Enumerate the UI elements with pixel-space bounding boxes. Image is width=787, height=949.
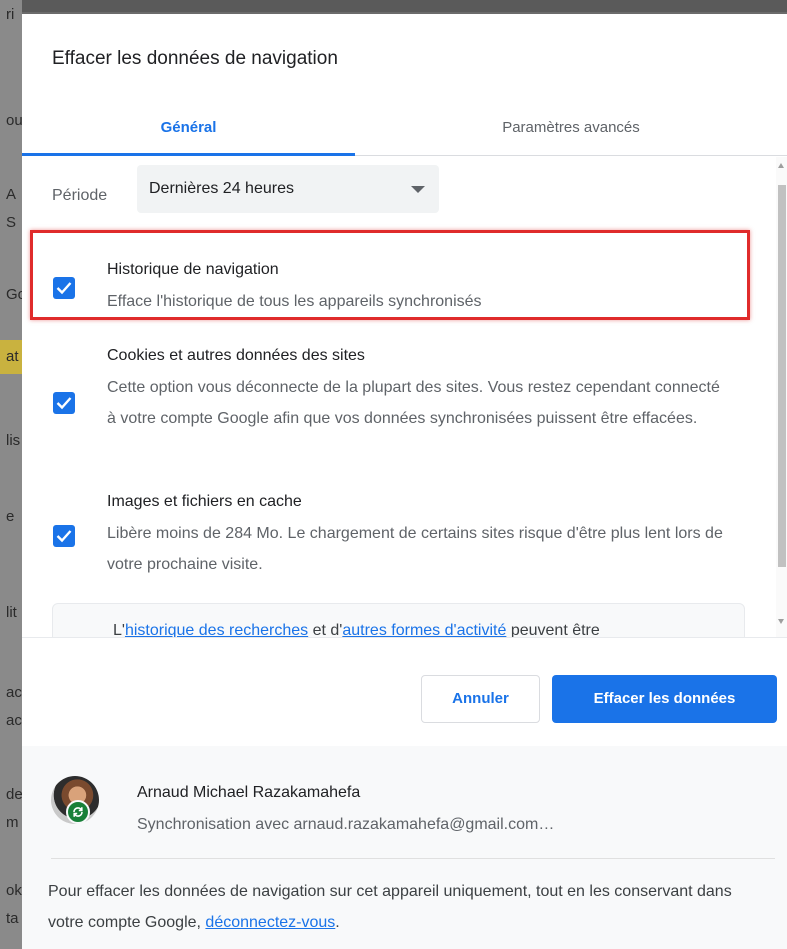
background-text: A [6,186,17,203]
background-strip [0,0,22,949]
content-scrollbar[interactable] [776,157,787,637]
account-footer: Arnaud Michael Razakamahefa Synchronisat… [22,746,787,949]
chevron-down-icon [411,186,425,193]
background-text: e [6,508,15,525]
sign-out-link[interactable]: déconnectez-vous [205,914,335,931]
background-top-bar [0,0,787,12]
scrollbar-thumb[interactable] [778,185,786,567]
option-description: Cette option vous déconnecte de la plupa… [107,379,720,427]
option-title: Cookies et autres données des sites [107,347,365,364]
checkmark-icon [56,530,72,543]
sync-icon [66,800,90,824]
background-text: m [6,814,19,831]
scroll-up-arrow-icon[interactable] [778,163,784,168]
search-history-link[interactable]: historique des recherches [125,622,308,637]
background-text: lis [6,432,21,449]
scroll-down-arrow-icon[interactable] [778,619,784,624]
checkmark-icon [56,397,72,410]
search-history-info-box: L'historique des recherches et d'autres … [52,603,745,637]
option-description: Libère moins de 284 Mo. Le chargement de… [107,525,723,573]
background-text: ta [6,910,19,927]
tab-general[interactable]: Général [22,100,355,156]
clear-data-button[interactable]: Effacer les données [552,675,777,723]
sync-arrows-icon [73,807,83,817]
info-text-prefix: L' [113,622,125,637]
other-activity-link[interactable]: autres formes d'activité [342,622,506,637]
background-text: at [6,348,19,365]
background-text: ac [6,712,22,729]
background-text: lit [6,604,17,621]
background-text: ok [6,882,22,899]
period-select[interactable]: Dernières 24 heures [137,165,439,213]
red-highlight-box [30,230,750,320]
option-cached-images: Images et fichiers en cache Libère moins… [22,485,762,585]
period-selected-value: Dernières 24 heures [149,180,294,197]
divider [51,858,775,859]
sign-out-note-text: Pour effacer les données de navigation s… [48,883,732,931]
period-label: Période [52,187,108,204]
sign-out-note-end: . [335,914,340,931]
checkbox-cached-images[interactable] [53,525,75,547]
background-text: S [6,214,17,231]
account-sync-status: Synchronisation avec arnaud.razakamahefa… [137,816,555,833]
info-text-middle: et d' [308,622,343,637]
background-text: ou [6,112,23,129]
dialog-content: Période Dernières 24 heures Historique d… [22,157,787,637]
option-cookies: Cookies et autres données des sites Cett… [22,339,762,469]
divider [22,637,787,638]
info-text: L'historique des recherches et d'autres … [113,622,600,637]
cancel-button[interactable]: Annuler [421,675,540,723]
info-text-suffix: peuvent être [506,622,600,637]
tab-bar: Général Paramètres avancés [22,100,787,156]
option-title: Images et fichiers en cache [107,493,302,510]
sign-out-note: Pour effacer les données de navigation s… [48,876,763,938]
background-text: ac [6,684,22,701]
background-text: ri [6,6,15,23]
dialog-title: Effacer les données de navigation [52,48,338,69]
checkbox-cookies[interactable] [53,392,75,414]
tab-advanced-settings[interactable]: Paramètres avancés [355,100,787,156]
background-text: de [6,786,23,803]
clear-browsing-data-dialog: Effacer les données de navigation Généra… [22,14,787,949]
account-name: Arnaud Michael Razakamahefa [137,784,361,801]
